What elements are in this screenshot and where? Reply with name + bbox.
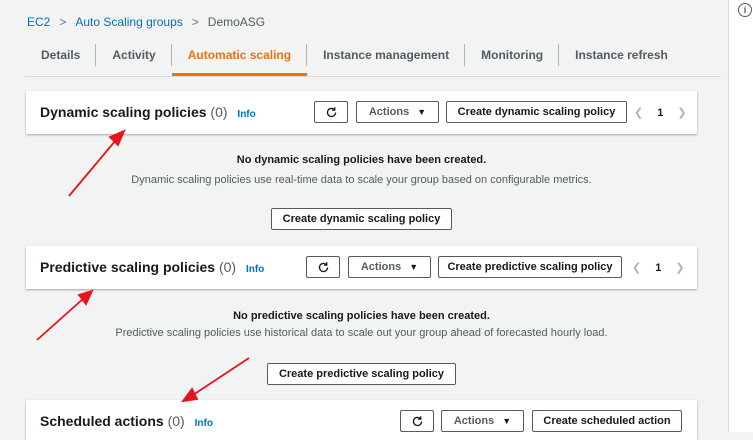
- scheduled-actions-count: (0): [167, 413, 185, 429]
- dynamic-scaling-count: (0): [210, 104, 228, 120]
- create-dynamic-policy-button[interactable]: Create dynamic scaling policy: [271, 208, 452, 230]
- chevron-right-icon[interactable]: ❯: [675, 261, 684, 274]
- predictive-refresh-button[interactable]: [306, 256, 340, 278]
- predictive-empty-description: Predictive scaling policies use historic…: [115, 327, 608, 339]
- caret-down-icon: ▼: [417, 107, 427, 117]
- annotation-arrow-scheduled: [192, 357, 250, 396]
- predictive-scaling-header: Predictive scaling policies (0) Info Act…: [26, 246, 697, 289]
- breadcrumb: EC2 > Auto Scaling groups > DemoASG: [27, 15, 265, 29]
- chevron-left-icon[interactable]: ❮: [634, 106, 643, 119]
- chevron-left-icon[interactable]: ❮: [632, 261, 641, 274]
- predictive-scaling-info-link[interactable]: Info: [246, 264, 264, 275]
- dynamic-actions-label: Actions: [368, 106, 410, 118]
- predictive-pagination: ❮ 1 ❯: [632, 261, 685, 275]
- create-predictive-policy-button[interactable]: Create predictive scaling policy: [267, 363, 456, 385]
- predictive-actions-button[interactable]: Actions ▼: [348, 256, 431, 278]
- breadcrumb-separator: >: [191, 15, 199, 29]
- dynamic-empty-description: Dynamic scaling policies use real-time d…: [131, 174, 592, 186]
- scheduled-actions-title-text: Scheduled actions: [40, 413, 164, 429]
- scheduled-actions-info-link[interactable]: Info: [195, 418, 213, 429]
- create-scheduled-action-button[interactable]: Create scheduled action: [532, 410, 682, 432]
- dynamic-page-number[interactable]: 1: [657, 107, 663, 119]
- dynamic-pagination: ❮ 1 ❯: [634, 106, 687, 120]
- dynamic-scaling-info-link[interactable]: Info: [237, 109, 255, 120]
- refresh-icon: [412, 415, 422, 426]
- create-dynamic-policy-header-button[interactable]: Create dynamic scaling policy: [446, 101, 627, 123]
- scheduled-actions-title: Scheduled actions (0) Info: [40, 413, 213, 429]
- dynamic-scaling-title-text: Dynamic scaling policies: [40, 104, 207, 120]
- dynamic-actions-button[interactable]: Actions ▼: [356, 101, 439, 123]
- dynamic-empty-title: No dynamic scaling policies have been cr…: [236, 154, 487, 166]
- breadcrumb-current: DemoASG: [207, 15, 266, 29]
- tab-instance-management[interactable]: Instance management: [307, 36, 466, 74]
- info-circle-icon[interactable]: i: [738, 3, 752, 17]
- scheduled-actions-label: Actions: [453, 415, 495, 427]
- scheduled-actions-header: Scheduled actions (0) Info Actions ▼ Cre…: [26, 400, 697, 440]
- right-panel-rail: i: [728, 0, 753, 432]
- refresh-icon: [318, 261, 328, 272]
- predictive-empty-title: No predictive scaling policies have been…: [233, 310, 490, 322]
- predictive-scaling-count: (0): [218, 259, 237, 275]
- dynamic-scaling-title: Dynamic scaling policies (0) Info: [40, 104, 256, 120]
- predictive-scaling-title: Predictive scaling policies (0) Info: [40, 259, 264, 275]
- tab-instance-refresh[interactable]: Instance refresh: [559, 36, 684, 74]
- breadcrumb-auto-scaling-groups[interactable]: Auto Scaling groups: [75, 15, 182, 29]
- predictive-actions-label: Actions: [360, 261, 402, 273]
- caret-down-icon: ▼: [409, 262, 419, 272]
- annotation-arrow-dynamic: [68, 139, 117, 197]
- tab-automatic-scaling[interactable]: Automatic scaling: [171, 36, 308, 76]
- tab-bar: Details Activity Automatic scaling Insta…: [25, 36, 721, 77]
- dynamic-refresh-button[interactable]: [314, 101, 348, 123]
- caret-down-icon: ▼: [502, 416, 512, 426]
- predictive-page-number[interactable]: 1: [655, 262, 661, 274]
- refresh-icon: [326, 106, 336, 117]
- dynamic-scaling-header: Dynamic scaling policies (0) Info Action…: [26, 91, 697, 134]
- breadcrumb-ec2[interactable]: EC2: [27, 15, 50, 29]
- tab-details[interactable]: Details: [25, 36, 97, 74]
- scheduled-actions-button[interactable]: Actions ▼: [441, 410, 524, 432]
- scheduled-refresh-button[interactable]: [400, 410, 434, 432]
- breadcrumb-separator: >: [59, 15, 67, 29]
- chevron-right-icon[interactable]: ❯: [677, 106, 686, 119]
- tab-activity[interactable]: Activity: [96, 36, 173, 74]
- predictive-scaling-title-text: Predictive scaling policies: [40, 259, 216, 275]
- tab-monitoring[interactable]: Monitoring: [465, 36, 560, 74]
- create-predictive-policy-header-button[interactable]: Create predictive scaling policy: [438, 256, 622, 278]
